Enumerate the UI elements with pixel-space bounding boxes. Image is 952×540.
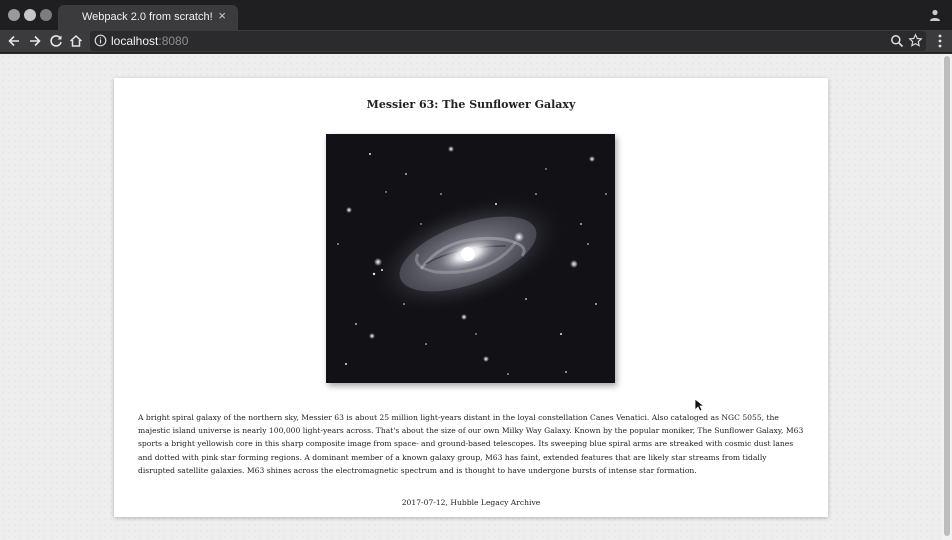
galaxy-illustration — [326, 134, 615, 383]
page-viewport: Messier 63: The Sunflower Galaxy A brigh… — [0, 54, 952, 540]
tab-title: Webpack 2.0 from scratch! — [82, 11, 213, 23]
tab-close-icon[interactable]: × — [218, 9, 226, 23]
maximize-window-button[interactable] — [40, 9, 52, 21]
user-icon[interactable] — [928, 8, 942, 22]
info-icon[interactable] — [94, 34, 107, 47]
url-host: localhost — [111, 34, 159, 48]
article-description: A bright spiral galaxy of the northern s… — [138, 413, 804, 475]
page-scrollbar[interactable] — [942, 54, 952, 540]
home-icon[interactable] — [68, 33, 84, 49]
scrollbar-thumb[interactable] — [944, 56, 950, 536]
minimize-window-button[interactable] — [24, 9, 36, 21]
galaxy-image — [326, 134, 615, 383]
article-card: Messier 63: The Sunflower Galaxy A brigh… — [114, 78, 828, 517]
url-text[interactable]: localhost:8080 — [111, 34, 188, 48]
browser-titlebar: Webpack 2.0 from scratch! × — [0, 0, 952, 30]
close-window-button[interactable] — [8, 9, 20, 21]
star-icon[interactable] — [908, 33, 923, 48]
url-port: :8080 — [158, 34, 189, 48]
browser-tab[interactable]: Webpack 2.0 from scratch! × — [58, 5, 238, 30]
kebab-menu-icon[interactable] — [937, 33, 943, 49]
zoom-icon[interactable] — [890, 34, 904, 48]
browser-toolbar: localhost:8080 — [0, 30, 952, 53]
mouse-cursor-icon — [694, 398, 704, 412]
page-title: Messier 63: The Sunflower Galaxy — [366, 98, 576, 111]
address-bar[interactable]: localhost:8080 — [90, 31, 926, 51]
image-caption: 2017-07-12, Hubble Legacy Archive — [401, 498, 541, 507]
reload-icon[interactable] — [48, 33, 64, 49]
forward-arrow-icon[interactable] — [27, 33, 43, 49]
back-arrow-icon[interactable] — [6, 33, 22, 49]
